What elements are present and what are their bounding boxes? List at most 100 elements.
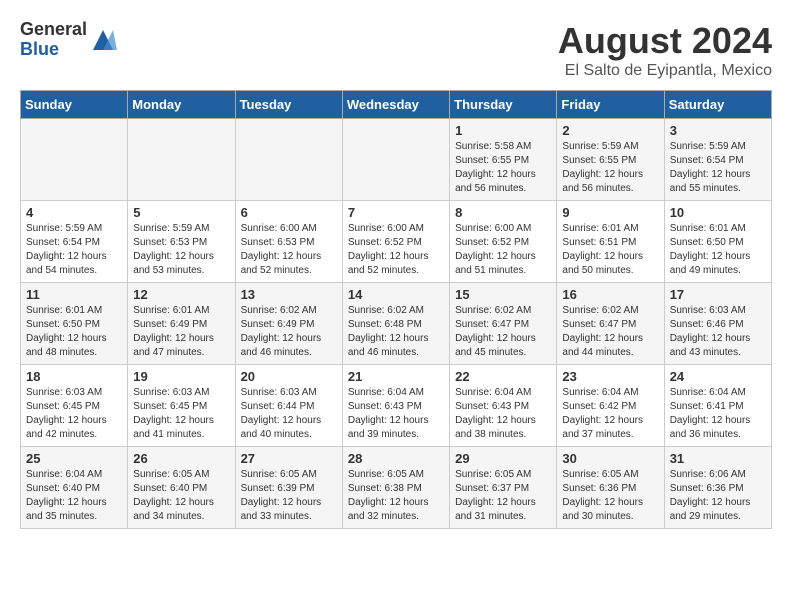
calendar-cell: 30 Sunrise: 6:05 AM Sunset: 6:36 PM Dayli… [557,447,664,529]
calendar-cell: 8 Sunrise: 6:00 AM Sunset: 6:52 PM Daylig… [450,201,557,283]
calendar-cell: 22Sunrise: 6:04 AM Sunset: 6:43 PM Dayli… [450,365,557,447]
week-row-5: 25 Sunrise: 6:04 AM Sunset: 6:40 PM Dayli… [21,447,772,529]
calendar-cell: 25 Sunrise: 6:04 AM Sunset: 6:40 PM Dayli… [21,447,128,529]
calendar-cell: 31 Sunrise: 6:06 AM Sunset: 6:36 PM Dayli… [664,447,771,529]
calendar-cell: 26 Sunrise: 6:05 AM Sunset: 6:40 PM Dayli… [128,447,235,529]
day-info: Sunrise: 6:04 AM Sunset: 6:40 PM Dayligh… [26,468,122,524]
day-info: Sunrise: 6:00 AM Sunset: 6:52 PM Dayligh… [348,222,444,278]
day-info: Sunrise: 6:05 AM Sunset: 6:37 PM Dayligh… [455,468,551,524]
weekday-header-saturday: Saturday [664,91,771,119]
day-info: Sunrise: 6:01 AM Sunset: 6:51 PM Dayligh… [562,222,658,278]
day-info: Sunrise: 6:03 AM Sunset: 6:46 PM Dayligh… [670,304,766,360]
calendar-cell: 17Sunrise: 6:03 AM Sunset: 6:46 PM Dayli… [664,283,771,365]
calendar-cell: 9 Sunrise: 6:01 AM Sunset: 6:51 PM Daylig… [557,201,664,283]
calendar-cell: 13 Sunrise: 6:02 AM Sunset: 6:49 PM Dayli… [235,283,342,365]
calendar-cell: 20 Sunrise: 6:03 AM Sunset: 6:44 PM Dayli… [235,365,342,447]
calendar-cell: 28 Sunrise: 6:05 AM Sunset: 6:38 PM Dayli… [342,447,449,529]
day-info: Sunrise: 6:04 AM Sunset: 6:42 PM Dayligh… [562,386,658,442]
day-info: Sunrise: 6:00 AM Sunset: 6:53 PM Dayligh… [241,222,337,278]
calendar-cell: 16Sunrise: 6:02 AM Sunset: 6:47 PM Dayli… [557,283,664,365]
day-info: Sunrise: 5:59 AM Sunset: 6:54 PM Dayligh… [670,140,766,196]
calendar-cell [342,119,449,201]
calendar-cell: 3 Sunrise: 5:59 AM Sunset: 6:54 PM Daylig… [664,119,771,201]
day-info: Sunrise: 6:03 AM Sunset: 6:44 PM Dayligh… [241,386,337,442]
day-number: 1 [455,123,551,138]
logo-general-text: General [20,20,87,40]
weekday-header-row: SundayMondayTuesdayWednesdayThursdayFrid… [21,91,772,119]
day-number: 9 [562,205,658,220]
calendar-cell: 1 Sunrise: 5:58 AM Sunset: 6:55 PM Daylig… [450,119,557,201]
day-number: 31 [670,451,766,466]
calendar-cell: 18Sunrise: 6:03 AM Sunset: 6:45 PM Dayli… [21,365,128,447]
weekday-header-wednesday: Wednesday [342,91,449,119]
day-number: 11 [26,287,122,302]
day-number: 20 [241,369,337,384]
weekday-header-monday: Monday [128,91,235,119]
day-info: Sunrise: 6:06 AM Sunset: 6:36 PM Dayligh… [670,468,766,524]
day-info: Sunrise: 6:05 AM Sunset: 6:39 PM Dayligh… [241,468,337,524]
day-number: 27 [241,451,337,466]
week-row-1: 1 Sunrise: 5:58 AM Sunset: 6:55 PM Daylig… [21,119,772,201]
day-number: 10 [670,205,766,220]
calendar-cell [235,119,342,201]
day-info: Sunrise: 6:00 AM Sunset: 6:52 PM Dayligh… [455,222,551,278]
day-number: 26 [133,451,229,466]
title-block: August 2024 El Salto de Eyipantla, Mexic… [558,20,772,80]
calendar-cell: 29 Sunrise: 6:05 AM Sunset: 6:37 PM Dayli… [450,447,557,529]
day-number: 19 [133,369,229,384]
day-number: 30 [562,451,658,466]
day-number: 18 [26,369,122,384]
day-number: 25 [26,451,122,466]
day-info: Sunrise: 6:03 AM Sunset: 6:45 PM Dayligh… [133,386,229,442]
location-title: El Salto de Eyipantla, Mexico [558,62,772,80]
weekday-header-sunday: Sunday [21,91,128,119]
day-number: 7 [348,205,444,220]
day-number: 22 [455,369,551,384]
day-number: 29 [455,451,551,466]
day-info: Sunrise: 6:05 AM Sunset: 6:38 PM Dayligh… [348,468,444,524]
calendar-cell [128,119,235,201]
calendar-cell [21,119,128,201]
day-info: Sunrise: 6:01 AM Sunset: 6:50 PM Dayligh… [26,304,122,360]
day-number: 16 [562,287,658,302]
calendar-cell: 21Sunrise: 6:04 AM Sunset: 6:43 PM Dayli… [342,365,449,447]
day-info: Sunrise: 6:04 AM Sunset: 6:41 PM Dayligh… [670,386,766,442]
day-info: Sunrise: 5:59 AM Sunset: 6:53 PM Dayligh… [133,222,229,278]
day-info: Sunrise: 6:02 AM Sunset: 6:49 PM Dayligh… [241,304,337,360]
logo: General Blue [20,20,117,60]
logo-blue-text: Blue [20,40,87,60]
day-info: Sunrise: 6:02 AM Sunset: 6:47 PM Dayligh… [455,304,551,360]
day-number: 4 [26,205,122,220]
day-number: 13 [241,287,337,302]
day-number: 21 [348,369,444,384]
weekday-header-friday: Friday [557,91,664,119]
day-number: 12 [133,287,229,302]
day-info: Sunrise: 6:05 AM Sunset: 6:40 PM Dayligh… [133,468,229,524]
calendar-cell: 27 Sunrise: 6:05 AM Sunset: 6:39 PM Dayli… [235,447,342,529]
day-number: 2 [562,123,658,138]
calendar-cell: 19 Sunrise: 6:03 AM Sunset: 6:45 PM Dayli… [128,365,235,447]
calendar-cell: 7 Sunrise: 6:00 AM Sunset: 6:52 PM Daylig… [342,201,449,283]
day-info: Sunrise: 6:01 AM Sunset: 6:50 PM Dayligh… [670,222,766,278]
day-info: Sunrise: 6:01 AM Sunset: 6:49 PM Dayligh… [133,304,229,360]
day-info: Sunrise: 5:58 AM Sunset: 6:55 PM Dayligh… [455,140,551,196]
day-info: Sunrise: 5:59 AM Sunset: 6:54 PM Dayligh… [26,222,122,278]
month-title: August 2024 [558,20,772,62]
week-row-3: 11 Sunrise: 6:01 AM Sunset: 6:50 PM Dayli… [21,283,772,365]
calendar-cell: 24Sunrise: 6:04 AM Sunset: 6:41 PM Dayli… [664,365,771,447]
weekday-header-thursday: Thursday [450,91,557,119]
day-info: Sunrise: 5:59 AM Sunset: 6:55 PM Dayligh… [562,140,658,196]
weekday-header-tuesday: Tuesday [235,91,342,119]
calendar-table: SundayMondayTuesdayWednesdayThursdayFrid… [20,90,772,529]
day-number: 28 [348,451,444,466]
day-number: 8 [455,205,551,220]
day-number: 6 [241,205,337,220]
day-info: Sunrise: 6:05 AM Sunset: 6:36 PM Dayligh… [562,468,658,524]
calendar-cell: 2 Sunrise: 5:59 AM Sunset: 6:55 PM Daylig… [557,119,664,201]
calendar-cell: 6 Sunrise: 6:00 AM Sunset: 6:53 PM Daylig… [235,201,342,283]
calendar-cell: 4 Sunrise: 5:59 AM Sunset: 6:54 PM Daylig… [21,201,128,283]
day-number: 23 [562,369,658,384]
week-row-4: 18 Sunrise: 6:03 AM Sunset: 6:45 PM Dayli… [21,365,772,447]
day-number: 3 [670,123,766,138]
day-info: Sunrise: 6:02 AM Sunset: 6:48 PM Dayligh… [348,304,444,360]
